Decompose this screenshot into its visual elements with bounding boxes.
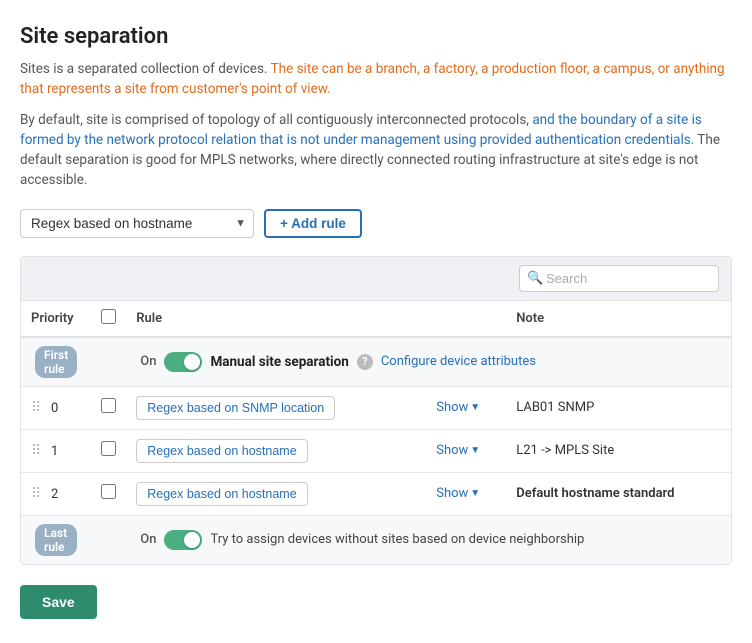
- desc2-normal1: By default, site is comprised of topolog…: [20, 112, 532, 128]
- row-2-show-link[interactable]: Show ▼: [436, 486, 480, 501]
- row-1-note: L21 -> MPLS Site: [516, 443, 614, 458]
- first-rule-content-cell: On Manual site separation ? Configure de…: [126, 337, 731, 387]
- col-note: Note: [506, 301, 731, 337]
- row-2-rule-cell: Regex based on hostname: [126, 472, 426, 515]
- row-2-priority-cell: ⠿ 2: [21, 472, 91, 515]
- row-2-note-cell: Default hostname standard: [506, 472, 731, 515]
- last-rule-toggle-slider: [164, 530, 202, 550]
- col-show: [426, 301, 506, 337]
- show-chevron-icon-2: ▼: [470, 488, 480, 499]
- row-0-checkbox-cell: [91, 386, 126, 429]
- row-1-show-link[interactable]: Show ▼: [436, 443, 480, 458]
- row-2-checkbox[interactable]: [101, 484, 116, 499]
- table-row: ⠿ 1 Regex based on hostname Show ▼ L21 -…: [21, 429, 731, 472]
- rules-table-section: 🔍 Priority Rule Note First rule: [20, 256, 732, 565]
- first-rule-row: First rule On Manual site separation ? C…: [21, 337, 731, 387]
- row-1-checkbox[interactable]: [101, 441, 116, 456]
- help-icon[interactable]: ?: [357, 354, 373, 370]
- last-rule-toggle-row: On Try to assign devices without sites b…: [140, 530, 717, 550]
- table-row: ⠿ 0 Regex based on SNMP location Show ▼ …: [21, 386, 731, 429]
- desc1-normal: Sites is a separated collection of devic…: [20, 61, 271, 77]
- row-2-priority: 2: [51, 487, 58, 502]
- row-2-rule-button[interactable]: Regex based on hostname: [136, 482, 307, 506]
- row-1-rule-cell: Regex based on hostname: [126, 429, 426, 472]
- row-1-checkbox-cell: [91, 429, 126, 472]
- col-checkbox: [91, 301, 126, 337]
- table-row: ⠿ 2 Regex based on hostname Show ▼ Defau…: [21, 472, 731, 515]
- first-rule-name: Manual site separation: [210, 354, 348, 370]
- search-input[interactable]: [519, 265, 719, 292]
- row-0-checkbox[interactable]: [101, 398, 116, 413]
- page-description: Sites is a separated collection of devic…: [20, 59, 732, 191]
- last-rule-row: Last rule On Try to assign devices witho…: [21, 515, 731, 564]
- first-rule-empty-cell: [91, 337, 126, 387]
- row-0-rule-cell: Regex based on SNMP location: [126, 386, 426, 429]
- drag-handle-icon-0[interactable]: ⠿: [31, 400, 41, 416]
- drag-handle-icon-2[interactable]: ⠿: [31, 486, 41, 502]
- row-0-note: LAB01 SNMP: [516, 400, 594, 415]
- row-0-rule-button[interactable]: Regex based on SNMP location: [136, 396, 335, 420]
- save-button[interactable]: Save: [20, 585, 97, 619]
- row-0-show-cell: Show ▼: [426, 386, 506, 429]
- col-priority: Priority: [21, 301, 91, 337]
- search-input-wrap: 🔍: [519, 265, 719, 292]
- row-2-note: Default hostname standard: [516, 486, 674, 501]
- select-all-checkbox[interactable]: [101, 309, 116, 324]
- first-rule-on-label: On: [140, 354, 156, 369]
- table-header-row: Priority Rule Note: [21, 301, 731, 337]
- last-rule-toggle[interactable]: [164, 530, 202, 550]
- first-rule-badge: First rule: [35, 346, 77, 378]
- row-1-priority-cell: ⠿ 1: [21, 429, 91, 472]
- row-2-show-cell: Show ▼: [426, 472, 506, 515]
- last-rule-badge: Last rule: [35, 524, 77, 556]
- page-title: Site separation: [20, 24, 732, 49]
- add-rule-button[interactable]: + Add rule: [264, 209, 362, 238]
- row-0-priority: 0: [51, 401, 58, 416]
- first-rule-toggle-slider: [164, 352, 202, 372]
- last-rule-empty-cell: [91, 515, 126, 564]
- rules-table: Priority Rule Note First rule On: [21, 301, 731, 564]
- rule-type-select-wrap: Regex based on hostname Regex based on I…: [20, 209, 254, 238]
- row-1-rule-button[interactable]: Regex based on hostname: [136, 439, 307, 463]
- toolbar: Regex based on hostname Regex based on I…: [20, 209, 732, 252]
- search-icon: 🔍: [527, 271, 543, 286]
- last-rule-badge-cell: Last rule: [21, 515, 91, 564]
- drag-handle-icon-1[interactable]: ⠿: [31, 443, 41, 459]
- row-1-show-cell: Show ▼: [426, 429, 506, 472]
- row-0-note-cell: LAB01 SNMP: [506, 386, 731, 429]
- row-1-priority: 1: [51, 444, 58, 459]
- row-2-checkbox-cell: [91, 472, 126, 515]
- first-rule-badge-cell: First rule: [21, 337, 91, 387]
- last-rule-description: Try to assign devices without sites base…: [210, 532, 584, 547]
- row-1-note-cell: L21 -> MPLS Site: [506, 429, 731, 472]
- show-chevron-icon-0: ▼: [470, 402, 480, 413]
- first-rule-toggle-row: On Manual site separation ? Configure de…: [140, 352, 717, 372]
- search-bar-row: 🔍: [21, 257, 731, 301]
- last-rule-on-label: On: [140, 532, 156, 547]
- last-rule-content-cell: On Try to assign devices without sites b…: [126, 515, 731, 564]
- row-0-show-link[interactable]: Show ▼: [436, 400, 480, 415]
- configure-device-link[interactable]: Configure device attributes: [381, 354, 536, 369]
- row-0-priority-cell: ⠿ 0: [21, 386, 91, 429]
- col-rule: Rule: [126, 301, 426, 337]
- first-rule-toggle[interactable]: [164, 352, 202, 372]
- rule-type-select[interactable]: Regex based on hostname Regex based on I…: [20, 209, 254, 238]
- show-chevron-icon-1: ▼: [470, 445, 480, 456]
